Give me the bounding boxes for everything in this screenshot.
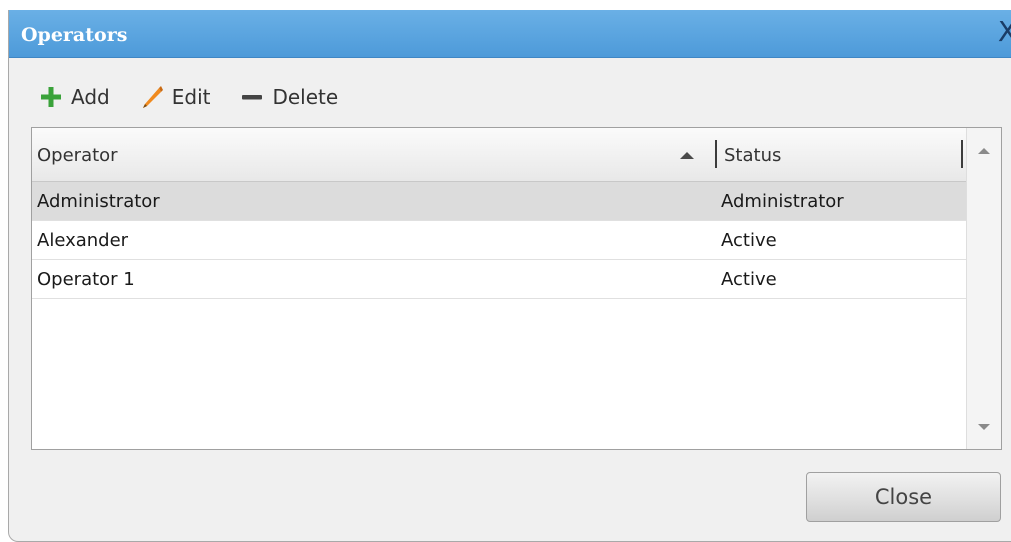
column-resize-handle[interactable] bbox=[961, 140, 963, 168]
column-resize-handle[interactable] bbox=[715, 140, 717, 168]
operator-cell: Alexander bbox=[37, 230, 129, 251]
sort-ascending-icon bbox=[680, 152, 694, 159]
vertical-scrollbar[interactable] bbox=[966, 128, 1001, 449]
plus-icon bbox=[41, 87, 61, 107]
edit-button[interactable]: Edit bbox=[140, 85, 211, 109]
dialog-title: Operators bbox=[21, 24, 128, 46]
operator-cell: Administrator bbox=[37, 191, 160, 212]
column-header-status[interactable]: Status bbox=[724, 145, 781, 166]
operator-cell: Operator 1 bbox=[37, 269, 135, 290]
operators-table: Operator Status Administrator Administra… bbox=[31, 127, 1002, 450]
edit-button-label: Edit bbox=[171, 85, 211, 109]
table-row[interactable]: Administrator Administrator bbox=[32, 182, 966, 221]
pencil-icon bbox=[142, 86, 163, 108]
close-button[interactable]: Close bbox=[806, 472, 1001, 522]
add-button-label: Add bbox=[71, 85, 110, 109]
scroll-up-icon[interactable] bbox=[978, 148, 990, 154]
scroll-down-icon[interactable] bbox=[978, 424, 990, 430]
status-cell: Active bbox=[721, 269, 777, 290]
add-button[interactable]: Add bbox=[39, 85, 110, 109]
table-header: Operator Status bbox=[32, 128, 966, 182]
table-row[interactable]: Alexander Active bbox=[32, 221, 966, 260]
column-header-operator[interactable]: Operator bbox=[37, 145, 118, 166]
close-icon[interactable]: X bbox=[998, 18, 1011, 46]
title-bar[interactable]: Operators X bbox=[9, 10, 1011, 58]
operators-dialog: Operators X Add Edit Delete bbox=[8, 10, 1011, 542]
status-cell: Active bbox=[721, 230, 777, 251]
table-row[interactable]: Operator 1 Active bbox=[32, 260, 966, 299]
delete-button[interactable]: Delete bbox=[240, 85, 338, 109]
delete-button-label: Delete bbox=[272, 85, 339, 109]
minus-icon bbox=[242, 95, 263, 100]
toolbar: Add Edit Delete bbox=[39, 82, 368, 112]
status-cell: Administrator bbox=[721, 191, 844, 212]
